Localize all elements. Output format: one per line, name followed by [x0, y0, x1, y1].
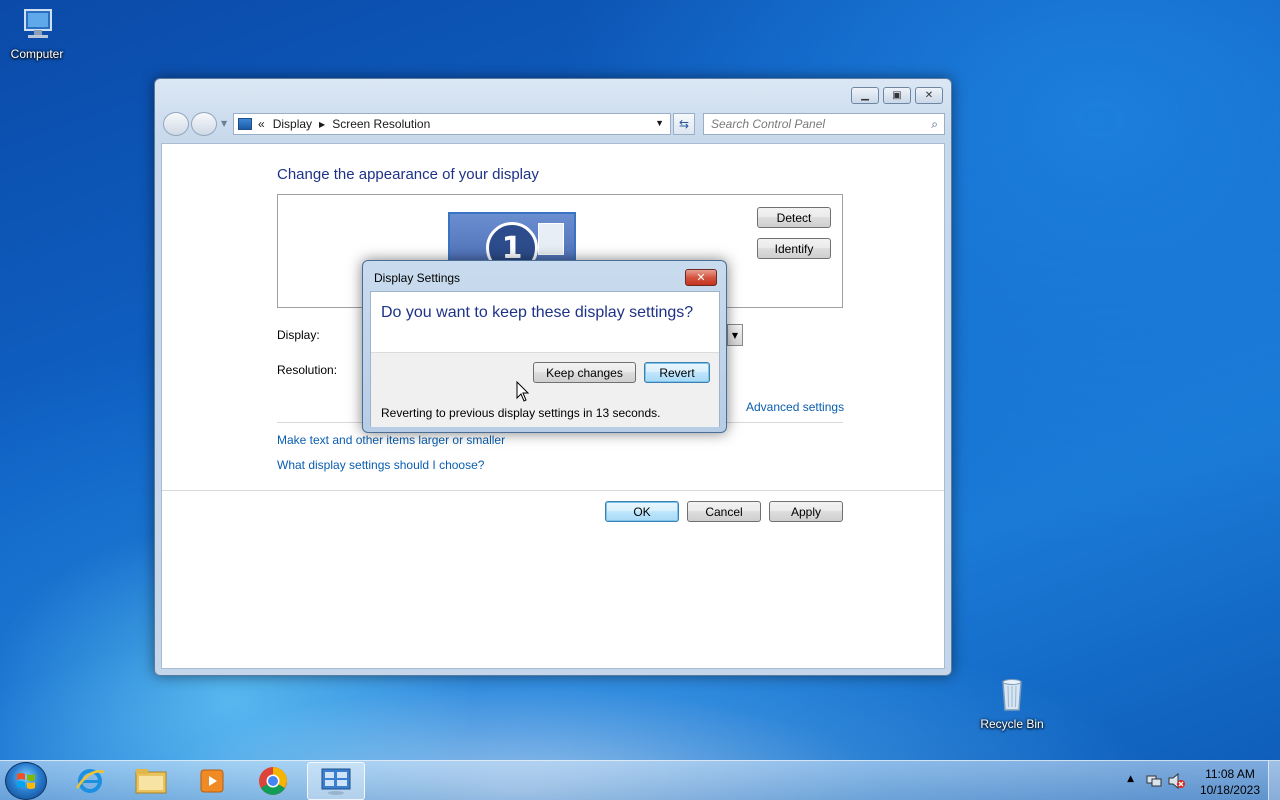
display-dropdown-arrow-icon[interactable]: ▼	[727, 324, 743, 346]
mouse-cursor-icon	[516, 380, 530, 403]
taskbar: ▲ 11:08 AM 10/18/2023	[0, 760, 1280, 800]
clock[interactable]: 11:08 AM 10/18/2023	[1200, 766, 1260, 798]
forward-button[interactable]	[191, 112, 217, 136]
dialog-question: Do you want to keep these display settin…	[381, 304, 694, 321]
chrome-icon	[259, 767, 287, 795]
keep-changes-button[interactable]: Keep changes	[533, 362, 636, 383]
clock-time: 11:08 AM	[1205, 767, 1255, 781]
search-placeholder: Search Control Panel	[711, 117, 826, 131]
ok-button[interactable]: OK	[605, 501, 679, 522]
window-controls: ▁ ▣ ✕	[851, 87, 943, 104]
taskbar-windows-media-player[interactable]	[183, 762, 241, 800]
maximize-button[interactable]: ▣	[883, 87, 911, 104]
dialog-footer: Keep changes Revert Reverting to previou…	[371, 352, 719, 427]
display-settings-dialog: Display Settings ✕ Do you want to keep t…	[362, 260, 727, 433]
apply-button[interactable]: Apply	[769, 501, 843, 522]
page-title: Change the appearance of your display	[277, 166, 539, 183]
search-input[interactable]: Search Control Panel ⌕	[703, 113, 945, 135]
close-icon: ✕	[924, 90, 934, 101]
control-panel-icon	[321, 768, 351, 795]
refresh-button[interactable]: ⇆	[673, 113, 695, 135]
dialog-close-button[interactable]: ✕	[685, 269, 717, 286]
taskbar-internet-explorer[interactable]	[61, 762, 119, 800]
maximize-icon: ▣	[892, 90, 902, 101]
address-dropdown-icon[interactable]: ▼	[655, 118, 664, 128]
resolution-label: Resolution:	[277, 363, 338, 377]
text-size-link[interactable]: Make text and other items larger or smal…	[277, 433, 505, 447]
revert-countdown-message: Reverting to previous display settings i…	[381, 406, 661, 420]
windows-logo-icon	[17, 773, 35, 789]
close-button[interactable]: ✕	[915, 87, 943, 104]
computer-icon	[17, 8, 57, 44]
breadcrumb-screen-resolution[interactable]: Screen Resolution	[332, 117, 430, 131]
breadcrumb-chevron[interactable]: «	[258, 117, 265, 131]
address-bar[interactable]: « Display ▶ Screen Resolution ▼	[233, 113, 671, 135]
cancel-button[interactable]: Cancel	[687, 501, 761, 522]
breadcrumb-arrow-icon[interactable]: ▶	[319, 120, 325, 129]
identify-button[interactable]: Identify	[757, 238, 831, 259]
folder-icon	[135, 769, 167, 794]
taskbar-control-panel[interactable]	[307, 762, 365, 800]
refresh-icon: ⇆	[678, 117, 690, 131]
desktop-icon-label: Recycle Bin	[980, 717, 1044, 731]
display-label: Display:	[277, 328, 320, 342]
media-player-icon	[200, 769, 224, 793]
detect-button[interactable]: Detect	[757, 207, 831, 228]
network-icon[interactable]	[1146, 773, 1162, 789]
taskbar-windows-explorer[interactable]	[122, 762, 180, 800]
dialog-title: Display Settings	[374, 271, 461, 285]
display-help-link[interactable]: What display settings should I choose?	[277, 458, 484, 472]
close-icon: ✕	[696, 271, 706, 284]
search-icon[interactable]: ⌕	[931, 117, 938, 132]
minimize-button[interactable]: ▁	[851, 87, 879, 104]
breadcrumb-display[interactable]: Display	[273, 117, 312, 131]
monitor-window-graphic	[538, 223, 564, 255]
dialog-body: Do you want to keep these display settin…	[370, 291, 720, 427]
minimize-icon: ▁	[861, 90, 869, 101]
show-hidden-icons-icon[interactable]: ▲	[1127, 774, 1134, 784]
recent-pages-dropdown-icon[interactable]: ▼	[221, 119, 227, 128]
start-button[interactable]	[5, 762, 47, 800]
internet-explorer-icon	[75, 769, 105, 793]
taskbar-google-chrome[interactable]	[244, 762, 302, 800]
footer-divider	[162, 490, 944, 491]
desktop-icon-recycle-bin[interactable]: Recycle Bin	[972, 678, 1052, 731]
advanced-settings-link[interactable]: Advanced settings	[746, 400, 844, 414]
revert-button[interactable]: Revert	[644, 362, 710, 383]
recycle-bin-icon	[992, 678, 1032, 714]
control-panel-icon	[238, 118, 252, 130]
back-button[interactable]	[163, 112, 189, 136]
navigation-bar: ▼ « Display ▶ Screen Resolution ▼ ⇆ Sear…	[163, 111, 945, 137]
show-desktop-button[interactable]	[1268, 761, 1280, 800]
desktop-icon-label: Computer	[10, 47, 64, 61]
desktop-icon-computer[interactable]: Computer	[0, 8, 77, 61]
volume-muted-icon[interactable]	[1168, 773, 1186, 789]
clock-date: 10/18/2023	[1199, 783, 1260, 797]
